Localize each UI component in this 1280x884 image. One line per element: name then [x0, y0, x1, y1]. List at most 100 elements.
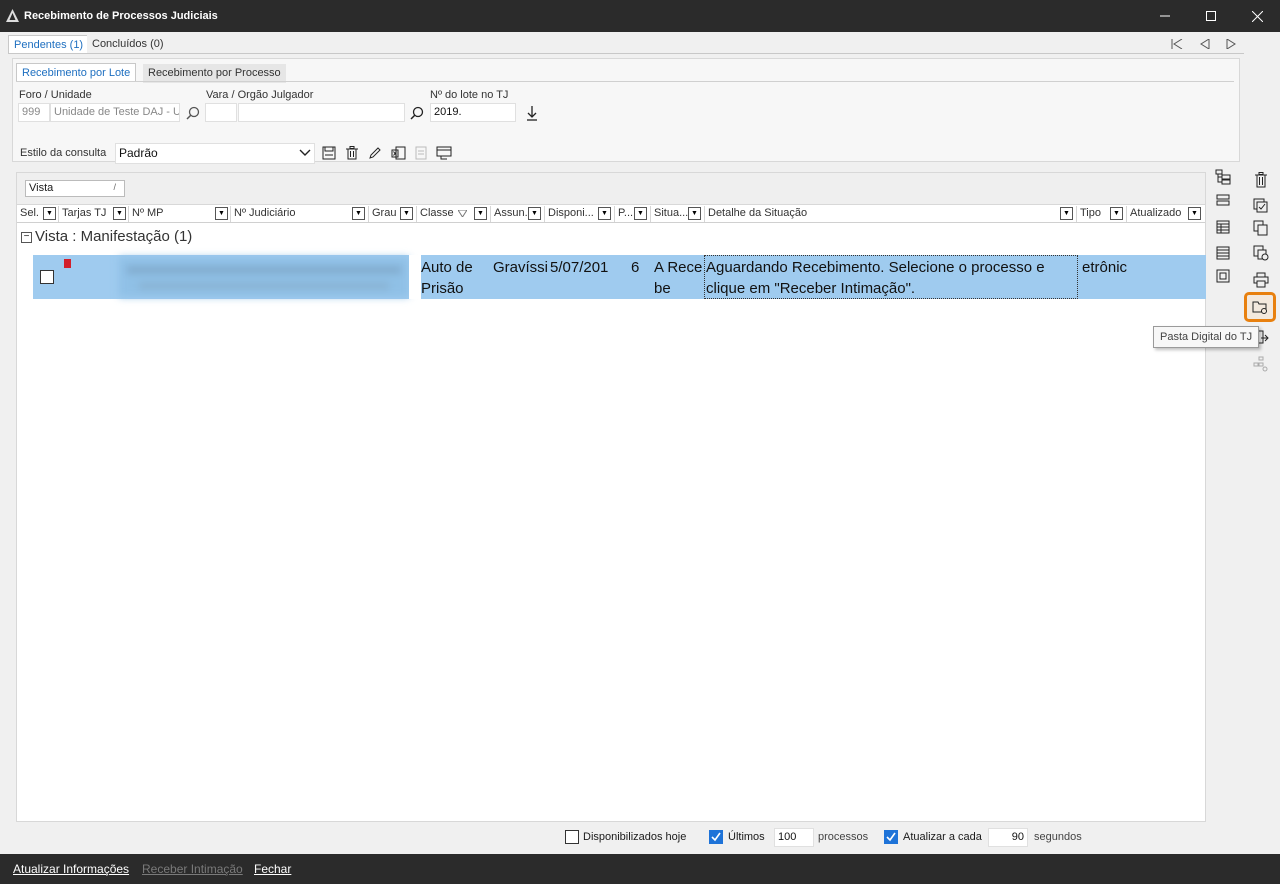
col-classe-filter-icon[interactable]: ▼: [474, 207, 487, 220]
col-situacao[interactable]: Situa... ▼: [651, 206, 705, 222]
col-sel[interactable]: Sel. ▼: [17, 206, 59, 222]
segundos-label: segundos: [1034, 831, 1082, 843]
copy-settings-button[interactable]: [1251, 243, 1271, 263]
col-tipo[interactable]: Tipo ▼: [1077, 206, 1127, 222]
vara-search-icon[interactable]: [410, 106, 424, 120]
col-judiciario-label: Nº Judiciário: [234, 207, 296, 219]
disponibilizados-hoje-checkbox[interactable]: [565, 830, 579, 844]
foro-name-field[interactable]: Unidade de Teste DAJ - U: [50, 103, 180, 122]
col-disponibilizado-filter-icon[interactable]: ▼: [598, 207, 611, 220]
col-situacao-filter-icon[interactable]: ▼: [688, 207, 701, 220]
col-atualizado[interactable]: Atualizado ▼: [1127, 206, 1205, 222]
col-classe-sort-icon: [458, 210, 467, 217]
subtab-divider: [16, 81, 1234, 82]
foro-code-field[interactable]: 999: [18, 103, 50, 122]
export-excel-button[interactable]: [389, 144, 407, 162]
group-chip-vista[interactable]: Vista /: [25, 180, 125, 197]
consulta-select-value: Padrão: [119, 146, 158, 160]
col-detalhe[interactable]: Detalhe da Situação ▼: [705, 206, 1077, 222]
lote-field[interactable]: 2019.: [430, 103, 516, 122]
save-icon: [322, 146, 336, 160]
header-divider: [17, 222, 1205, 223]
table-icon: [1216, 220, 1230, 234]
col-atualizado-filter-icon[interactable]: ▼: [1188, 207, 1201, 220]
save-style-button[interactable]: [320, 144, 338, 162]
pasta-digital-button[interactable]: [1244, 292, 1276, 322]
maximize-button[interactable]: [1188, 0, 1234, 32]
layout-style-button[interactable]: [435, 144, 453, 162]
atualizar-checkbox[interactable]: [884, 830, 898, 844]
ultimos-field[interactable]: 100: [774, 828, 814, 847]
atualizar-field[interactable]: 90: [988, 828, 1028, 847]
previous-icon: [1200, 39, 1210, 49]
col-grau[interactable]: Grau ▼: [369, 206, 417, 222]
col-sel-label: Sel.: [20, 207, 39, 219]
copy-button[interactable]: [1251, 218, 1271, 238]
col-disponibilizado-label: Disponi...: [548, 207, 594, 219]
close-button[interactable]: [1234, 0, 1280, 32]
grid-view-button[interactable]: [1213, 217, 1233, 237]
col-tarjas[interactable]: Tarjas TJ ▼: [59, 206, 129, 222]
sort-indicator: /: [113, 182, 116, 192]
col-situacao-label: Situa...: [654, 207, 689, 219]
delete-style-button[interactable]: [343, 144, 361, 162]
col-assunto-filter-icon[interactable]: ▼: [528, 207, 541, 220]
col-assunto[interactable]: Assun... ▼: [491, 206, 545, 222]
col-nmp-filter-icon[interactable]: ▼: [215, 207, 228, 220]
print-button[interactable]: [1251, 270, 1271, 290]
previous-record-button[interactable]: [1194, 37, 1216, 51]
download-arrow-icon[interactable]: [525, 105, 539, 121]
atualizar-informacoes-button[interactable]: Atualizar Informações: [13, 862, 129, 876]
network-icon: [1253, 356, 1268, 372]
foro-search-icon[interactable]: [186, 106, 200, 120]
col-detalhe-label: Detalhe da Situação: [708, 207, 808, 219]
col-judiciario[interactable]: Nº Judiciário ▼: [231, 206, 369, 222]
col-classe[interactable]: Classe ▼: [417, 206, 491, 222]
title-bar: Recebimento de Processos Judiciais: [0, 0, 1280, 32]
collapse-all-button[interactable]: [1213, 190, 1233, 210]
col-grau-filter-icon[interactable]: ▼: [400, 207, 413, 220]
col-tipo-filter-icon[interactable]: ▼: [1110, 207, 1123, 220]
col-tarjas-filter-icon[interactable]: ▼: [113, 207, 126, 220]
subtab-lote[interactable]: Recebimento por Lote: [16, 63, 137, 82]
col-detalhe-filter-icon[interactable]: ▼: [1060, 207, 1073, 220]
minimize-button[interactable]: [1142, 0, 1188, 32]
next-record-button[interactable]: [1220, 37, 1242, 51]
receive-button[interactable]: [1251, 196, 1271, 216]
col-sel-filter-icon[interactable]: ▼: [43, 207, 56, 220]
details-view-button[interactable]: [1213, 243, 1233, 263]
table-row[interactable]: Auto de Prisão Gravíssi 5/07/201 6 A Rec…: [33, 255, 1206, 299]
app-icon: [6, 9, 19, 22]
first-record-button[interactable]: [1166, 37, 1188, 51]
fechar-button[interactable]: Fechar: [254, 862, 291, 876]
maximize-icon: [1206, 11, 1216, 21]
row-detalhe: Aguardando Recebimento. Selecione o proc…: [704, 255, 1078, 299]
row-gap: [409, 255, 421, 299]
col-p[interactable]: P... ▼: [615, 206, 651, 222]
edit-style-button[interactable]: [366, 144, 384, 162]
row-select-checkbox[interactable]: [40, 270, 54, 284]
ultimos-checkbox[interactable]: [709, 830, 723, 844]
col-p-filter-icon[interactable]: ▼: [634, 207, 647, 220]
consulta-select[interactable]: Padrão: [115, 143, 315, 164]
vara-name-field[interactable]: [238, 103, 405, 122]
network-button[interactable]: [1251, 354, 1271, 374]
row-situacao: A Recebe: [654, 259, 703, 297]
col-disponibilizado[interactable]: Disponi... ▼: [545, 206, 615, 222]
group-collapse-toggle[interactable]: −: [21, 232, 32, 243]
copy-disabled-button[interactable]: [412, 144, 430, 162]
card-view-button[interactable]: [1213, 266, 1233, 286]
col-atualizado-label: Atualizado: [1130, 207, 1182, 219]
tooltip: Pasta Digital do TJ: [1153, 326, 1260, 348]
tab-concluidos[interactable]: Concluídos (0): [87, 35, 169, 54]
col-nmp[interactable]: Nº MP ▼: [129, 206, 231, 222]
tab-pendentes[interactable]: Pendentes (1): [8, 35, 90, 54]
vara-label: Vara / Orgão Julgador: [206, 89, 314, 101]
tarja-flag-icon: [64, 259, 71, 268]
disponibilizados-hoje-label: Disponibilizados hoje: [583, 831, 687, 843]
col-judiciario-filter-icon[interactable]: ▼: [352, 207, 365, 220]
discard-button[interactable]: [1251, 170, 1271, 190]
receber-intimacao-button[interactable]: Receber Intimação: [142, 862, 243, 876]
vara-code-field[interactable]: [205, 103, 237, 122]
tree-view-button[interactable]: [1213, 167, 1233, 187]
